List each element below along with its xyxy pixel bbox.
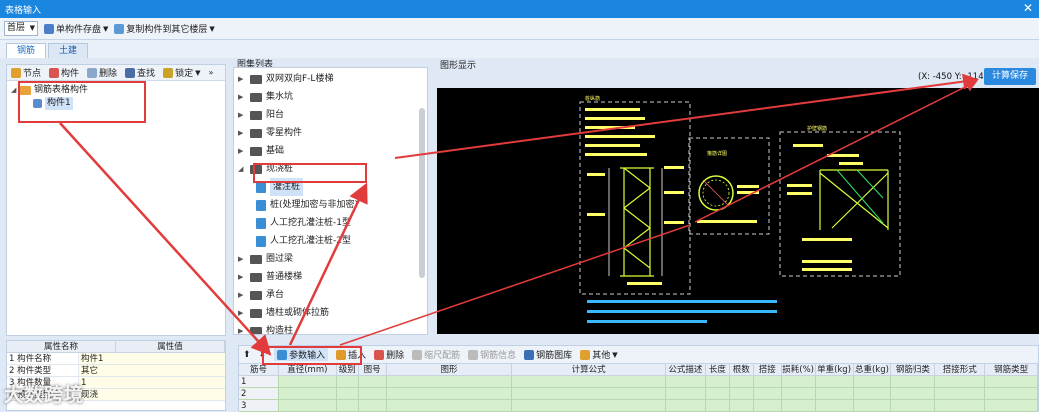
arrow-param-to-library (288, 182, 368, 346)
arrow-param-to-graphic (339, 224, 691, 346)
arrow-library-to-calc (394, 73, 979, 159)
watermark: 大数跨境 (4, 384, 85, 406)
annotation-arrows (59, 73, 979, 356)
arrow-graphic-to-calc (694, 80, 978, 223)
arrow-tree-to-param (59, 122, 272, 356)
